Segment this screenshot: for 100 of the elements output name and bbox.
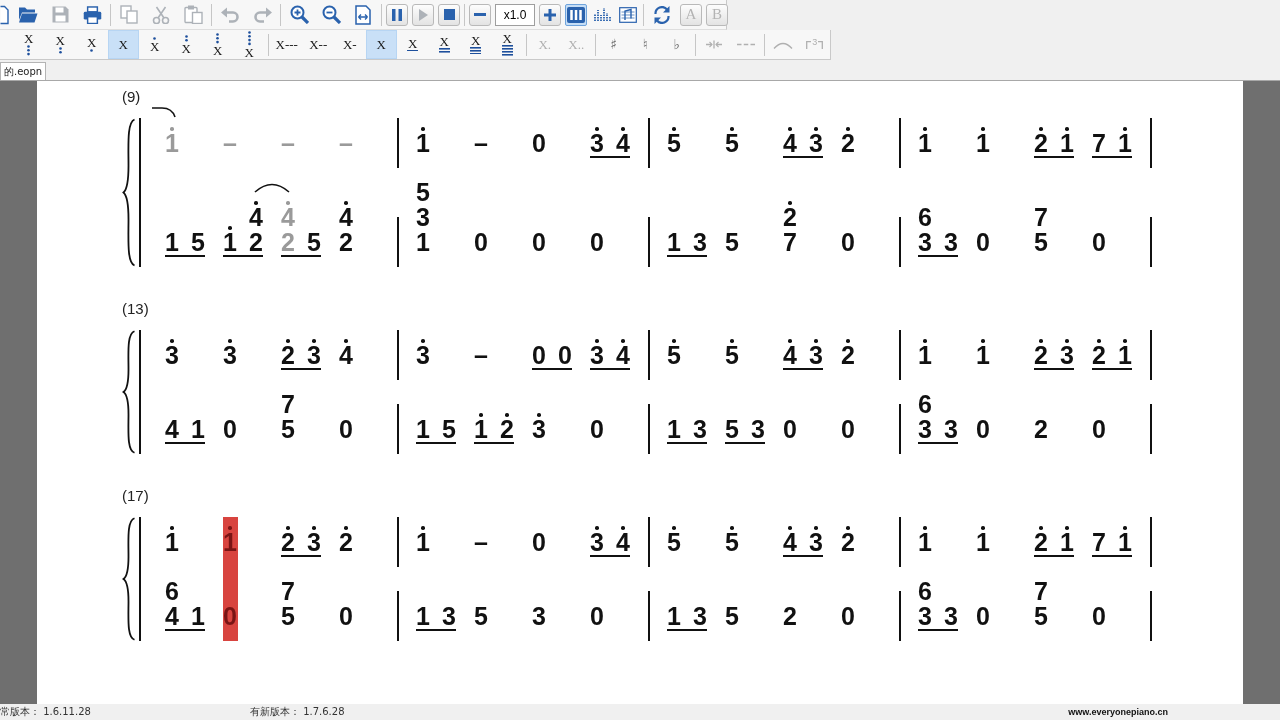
octave-button[interactable]: X	[107, 30, 139, 59]
note: 3	[1060, 339, 1074, 364]
note: 1	[918, 339, 932, 364]
zoom-in-icon	[289, 5, 309, 24]
accidental-button[interactable]: ♮	[629, 30, 661, 59]
zoom-out-icon	[321, 5, 341, 24]
note-underline	[783, 156, 823, 158]
barline	[648, 517, 650, 567]
note: 0	[474, 227, 488, 251]
octave-button[interactable]: X	[233, 30, 265, 59]
barline	[397, 217, 399, 267]
copy-icon	[120, 5, 138, 24]
note: 2	[1034, 526, 1048, 551]
dots-icon	[153, 37, 157, 40]
duration-button[interactable]: X-	[334, 30, 366, 59]
note: 2	[841, 339, 855, 364]
note: 1	[1118, 526, 1132, 551]
note: 3	[693, 601, 707, 625]
note: 2	[249, 227, 263, 251]
barline	[397, 330, 399, 380]
redo-icon	[252, 6, 272, 23]
note: 3	[532, 413, 546, 438]
note: 2	[1034, 414, 1048, 438]
barline	[648, 330, 650, 380]
note: 5	[725, 414, 739, 438]
octave-button[interactable]: X	[13, 30, 45, 59]
note: 4	[339, 339, 353, 364]
document-tab[interactable]: 的.eopn	[0, 62, 47, 80]
stop-button[interactable]	[438, 3, 460, 26]
octave-button[interactable]: X	[76, 30, 108, 59]
duration-button[interactable]: X	[428, 30, 460, 59]
accidental-button[interactable]: ♭	[661, 30, 693, 59]
note-underline	[532, 368, 572, 370]
pause-button[interactable]	[386, 3, 408, 26]
note: 0	[532, 128, 546, 152]
measure-number: (13)	[122, 299, 149, 319]
octave-button[interactable]: X	[170, 30, 202, 59]
barline	[397, 517, 399, 567]
note: 1	[474, 413, 488, 438]
play-icon	[418, 8, 428, 21]
note: 6	[165, 576, 179, 600]
note: 3	[442, 601, 456, 625]
note: 6	[918, 576, 932, 600]
barline	[1150, 330, 1152, 380]
note: 3	[590, 526, 604, 551]
duration-button[interactable]: X	[397, 30, 429, 59]
duration-button[interactable]: X	[491, 30, 523, 59]
dots-icon	[90, 49, 94, 52]
accidental-button[interactable]: ♯	[598, 30, 630, 59]
note: 0	[1092, 227, 1106, 251]
octave-button[interactable]: X	[44, 30, 76, 59]
note: 3	[693, 227, 707, 251]
note: 5	[667, 526, 681, 551]
folder-icon	[18, 5, 38, 24]
note: 2	[281, 227, 295, 251]
barline	[648, 404, 650, 454]
speed-field[interactable]: x1.0	[495, 3, 535, 26]
note: 1	[976, 339, 990, 364]
note: 0	[783, 414, 797, 438]
note: 1	[1118, 127, 1132, 152]
barline	[1150, 591, 1152, 641]
undo-icon	[220, 6, 240, 23]
note: 1	[223, 526, 237, 551]
measure-number: (17)	[122, 486, 149, 506]
pause-icon	[392, 8, 402, 21]
note: 3	[223, 339, 237, 364]
note: 0	[223, 414, 237, 438]
dashed-line-icon	[736, 43, 755, 46]
speed-down-button[interactable]	[469, 3, 491, 26]
note: 6	[918, 389, 932, 413]
barline	[397, 118, 399, 168]
note: –	[339, 128, 353, 152]
note: 0	[590, 601, 604, 625]
note: –	[223, 128, 237, 152]
note: 7	[783, 227, 797, 251]
note: 0	[590, 227, 604, 251]
dots-icon	[58, 47, 62, 54]
keyboard-view-button[interactable]	[565, 3, 587, 26]
note: 1	[191, 414, 205, 438]
duration-button[interactable]: X---	[271, 30, 303, 59]
duration-button[interactable]: X	[365, 30, 397, 59]
duration-button[interactable]: X--	[302, 30, 334, 59]
note: 7	[281, 576, 295, 600]
music-score-icon	[619, 6, 637, 23]
barline	[648, 118, 650, 168]
note-underline	[667, 629, 707, 631]
octave-button[interactable]: X	[202, 30, 234, 59]
note: 5	[725, 227, 739, 251]
octave-button[interactable]: X	[139, 30, 171, 59]
note: 1	[1060, 526, 1074, 551]
barline	[1150, 517, 1152, 567]
note-underline	[281, 368, 321, 370]
duration-button[interactable]: X	[460, 30, 492, 59]
note: 0	[841, 227, 855, 251]
dots-icon	[27, 45, 31, 56]
note: 3	[307, 526, 321, 551]
speed-up-button[interactable]	[539, 3, 561, 26]
arc-icon	[773, 40, 794, 49]
note-underline	[474, 442, 514, 444]
update-text: 有新版本： 1.7.6.28	[250, 706, 345, 718]
